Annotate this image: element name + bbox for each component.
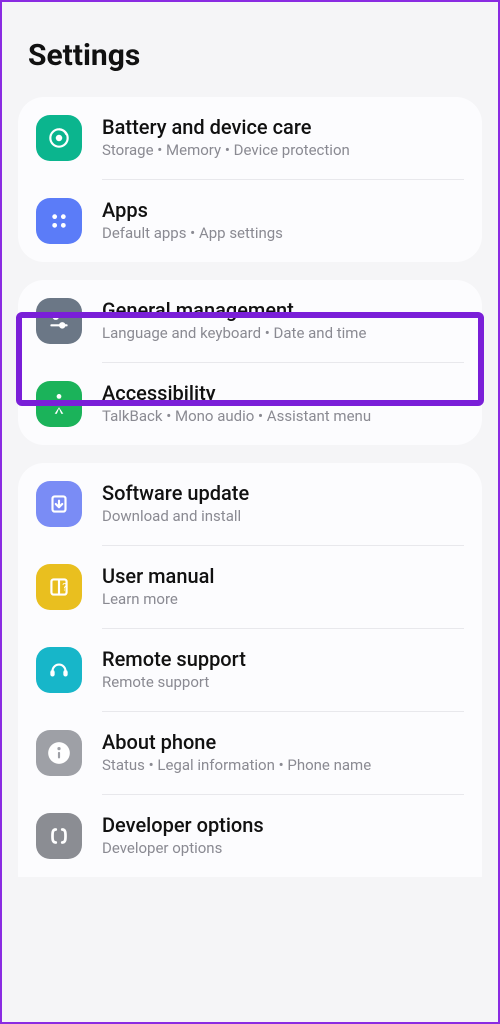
battery-care-icon	[36, 115, 82, 161]
item-subtitle: Learn more	[102, 590, 464, 610]
item-subtitle: Storage • Memory • Device protection	[102, 141, 464, 161]
header: Settings	[18, 18, 482, 97]
settings-item-software-update[interactable]: Software update Download and install	[18, 463, 482, 545]
item-text: Developer options Developer options	[102, 813, 464, 859]
item-text: General management Language and keyboard…	[102, 298, 464, 344]
search-button[interactable]	[444, 42, 472, 70]
svg-text:?: ?	[62, 582, 67, 593]
item-subtitle: Status • Legal information • Phone name	[102, 756, 464, 776]
settings-item-about-phone[interactable]: About phone Status • Legal information •…	[18, 712, 482, 794]
item-subtitle: Developer options	[102, 839, 464, 859]
apps-icon	[36, 198, 82, 244]
user-manual-icon: ?	[36, 564, 82, 610]
item-subtitle: Download and install	[102, 507, 464, 527]
item-text: Software update Download and install	[102, 481, 464, 527]
item-subtitle: Remote support	[102, 673, 464, 693]
item-text: Apps Default apps • App settings	[102, 198, 464, 244]
item-text: About phone Status • Legal information •…	[102, 730, 464, 776]
about-phone-icon	[36, 730, 82, 776]
item-title: Accessibility	[102, 381, 464, 405]
remote-support-icon	[36, 647, 82, 693]
item-subtitle: Default apps • App settings	[102, 224, 464, 244]
settings-group: General management Language and keyboard…	[18, 280, 482, 445]
page-title: Settings	[28, 38, 140, 73]
settings-item-apps[interactable]: Apps Default apps • App settings	[18, 180, 482, 262]
settings-item-remote-support[interactable]: Remote support Remote support	[18, 629, 482, 711]
item-text: User manual Learn more	[102, 564, 464, 610]
settings-item-general-management[interactable]: General management Language and keyboard…	[18, 280, 482, 362]
item-title: About phone	[102, 730, 464, 754]
settings-item-user-manual[interactable]: ? User manual Learn more	[18, 546, 482, 628]
item-title: Battery and device care	[102, 115, 464, 139]
item-text: Accessibility TalkBack • Mono audio • As…	[102, 381, 464, 427]
item-title: Remote support	[102, 647, 464, 671]
item-text: Remote support Remote support	[102, 647, 464, 693]
settings-group: Battery and device care Storage • Memory…	[18, 97, 482, 262]
settings-item-accessibility[interactable]: Accessibility TalkBack • Mono audio • As…	[18, 363, 482, 445]
item-title: Developer options	[102, 813, 464, 837]
item-text: Battery and device care Storage • Memory…	[102, 115, 464, 161]
software-update-icon	[36, 481, 82, 527]
accessibility-icon	[36, 381, 82, 427]
general-management-icon	[36, 298, 82, 344]
item-subtitle: Language and keyboard • Date and time	[102, 324, 464, 344]
settings-item-battery[interactable]: Battery and device care Storage • Memory…	[18, 97, 482, 179]
item-title: Apps	[102, 198, 464, 222]
item-title: User manual	[102, 564, 464, 588]
settings-item-developer-options[interactable]: Developer options Developer options	[18, 795, 482, 877]
developer-options-icon	[36, 813, 82, 859]
item-title: General management	[102, 298, 464, 322]
settings-group: Software update Download and install ? U…	[18, 463, 482, 877]
item-subtitle: TalkBack • Mono audio • Assistant menu	[102, 407, 464, 427]
item-title: Software update	[102, 481, 464, 505]
